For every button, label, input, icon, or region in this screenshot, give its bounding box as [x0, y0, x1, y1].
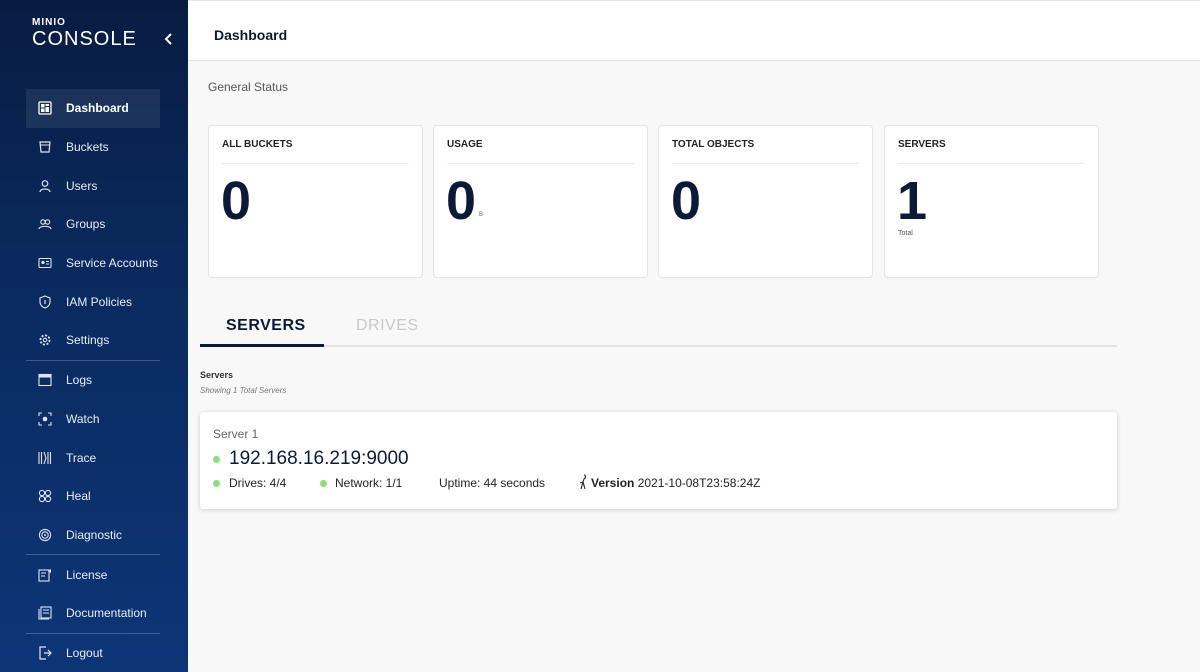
online-status-dot	[213, 456, 220, 463]
card-divider	[672, 163, 859, 164]
sidebar-item-label: Logout	[66, 645, 103, 660]
server-network: Network: 1/1	[335, 476, 403, 490]
shield-icon	[38, 295, 52, 309]
card-value: 0	[221, 171, 252, 231]
sidebar-item-heal[interactable]: Heal	[26, 477, 160, 516]
card-servers: SERVERS 1 Total	[884, 125, 1099, 278]
diagnostic-icon	[38, 528, 52, 542]
gear-icon	[38, 333, 52, 347]
sidebar-item-service-accounts[interactable]: Service Accounts	[26, 244, 160, 283]
card-title: TOTAL OBJECTS	[672, 139, 755, 150]
server-address: 192.168.16.219:9000	[229, 448, 409, 469]
server-name: Server 1	[213, 427, 259, 441]
sidebar-item-label: Service Accounts	[66, 256, 159, 271]
sidebar-item-logout[interactable]: Logout	[26, 634, 160, 672]
sidebar-item-diagnostic[interactable]: Diagnostic	[26, 516, 160, 555]
sidebar-item-label: License	[66, 567, 108, 582]
card-title: USAGE	[447, 139, 483, 150]
sidebar-item-label: Diagnostic	[66, 527, 123, 542]
sidebar-item-label: Heal	[66, 489, 91, 504]
logo-big-text: CONSOLE	[32, 28, 137, 50]
version-value: 2021-10-08T23:58:24Z	[637, 476, 761, 490]
bucket-icon	[38, 140, 52, 154]
sidebar-item-trace[interactable]: Trace	[26, 438, 160, 477]
version-label: Version	[591, 476, 635, 490]
server-card: Server 1 192.168.16.219:9000 Drives: 4/4…	[200, 412, 1117, 509]
sidebar-nav: Dashboard Buckets Users Groups Service A…	[26, 89, 160, 672]
sidebar-item-users[interactable]: Users	[26, 166, 160, 205]
chevron-left-icon[interactable]	[160, 30, 178, 48]
minio-console-logo: MINIO CONSOLE	[32, 17, 137, 50]
tab-bar: SERVERS DRIVES	[200, 305, 1117, 347]
card-title: ALL BUCKETS	[222, 139, 293, 150]
page-title: Dashboard	[214, 27, 288, 43]
documentation-icon	[38, 606, 52, 620]
card-total-objects: TOTAL OBJECTS 0	[658, 125, 873, 278]
dashboard-icon	[38, 101, 52, 115]
card-title: SERVERS	[898, 139, 946, 150]
server-drives: Drives: 4/4	[229, 476, 287, 490]
card-divider	[222, 163, 409, 164]
sidebar-item-label: Buckets	[66, 140, 109, 155]
sidebar-item-label: Groups	[66, 217, 106, 232]
sidebar-item-license[interactable]: License	[26, 555, 160, 594]
card-divider	[447, 163, 634, 164]
sidebar-item-label: Trace	[66, 450, 97, 465]
card-divider	[898, 163, 1085, 164]
tab-servers[interactable]: SERVERS	[226, 317, 306, 335]
card-all-buckets: ALL BUCKETS 0	[208, 125, 423, 278]
card-unit: B	[479, 212, 484, 218]
card-value: 1	[897, 171, 928, 231]
logs-icon	[38, 373, 52, 387]
license-icon	[38, 568, 52, 582]
sidebar-item-watch[interactable]: Watch	[26, 400, 160, 439]
drives-status-dot	[213, 480, 220, 487]
network-status-dot	[320, 480, 327, 487]
tab-drives[interactable]: DRIVES	[356, 317, 419, 335]
server-version: Version 2021-10-08T23:58:24Z	[591, 476, 760, 490]
service-accounts-icon	[38, 256, 52, 270]
card-usage: USAGE 0 B	[433, 125, 648, 278]
servers-section-subtitle: Showing 1 Total Servers	[200, 386, 287, 395]
server-uptime: Uptime: 44 seconds	[439, 476, 546, 490]
sidebar-item-iam-policies[interactable]: IAM Policies	[26, 282, 160, 321]
trace-icon	[38, 451, 52, 465]
sidebar-item-label: Logs	[66, 373, 93, 388]
watch-icon	[38, 412, 52, 426]
servers-section-title: Servers	[200, 370, 234, 380]
logout-icon	[38, 646, 52, 660]
general-status-heading: General Status	[208, 80, 289, 94]
sidebar-item-label: Settings	[66, 333, 110, 348]
card-subtitle: Total	[898, 230, 913, 237]
sidebar-item-dashboard[interactable]: Dashboard	[26, 89, 160, 128]
active-tab-indicator	[200, 344, 324, 347]
sidebar-item-buckets[interactable]: Buckets	[26, 128, 160, 167]
groups-icon	[38, 217, 52, 231]
card-value: 0	[671, 171, 702, 231]
card-value: 0	[446, 171, 477, 231]
version-flamingo-icon	[578, 474, 588, 490]
logo-small-text: MINIO	[32, 17, 66, 28]
sidebar-item-label: Users	[66, 178, 98, 193]
sidebar-item-label: Dashboard	[66, 101, 129, 116]
sidebar-item-documentation[interactable]: Documentation	[26, 594, 160, 633]
sidebar-item-label: Documentation	[66, 606, 147, 621]
sidebar-item-groups[interactable]: Groups	[26, 205, 160, 244]
sidebar-item-logs[interactable]: Logs	[26, 361, 160, 400]
sidebar-item-settings[interactable]: Settings	[26, 321, 160, 360]
top-bar: Dashboard	[188, 0, 1200, 61]
heal-icon	[38, 489, 52, 503]
sidebar: MINIO CONSOLE Dashboard Buckets Users Gr…	[0, 0, 188, 672]
sidebar-item-label: IAM Policies	[66, 294, 133, 309]
sidebar-item-label: Watch	[66, 411, 100, 426]
user-icon	[38, 179, 52, 193]
